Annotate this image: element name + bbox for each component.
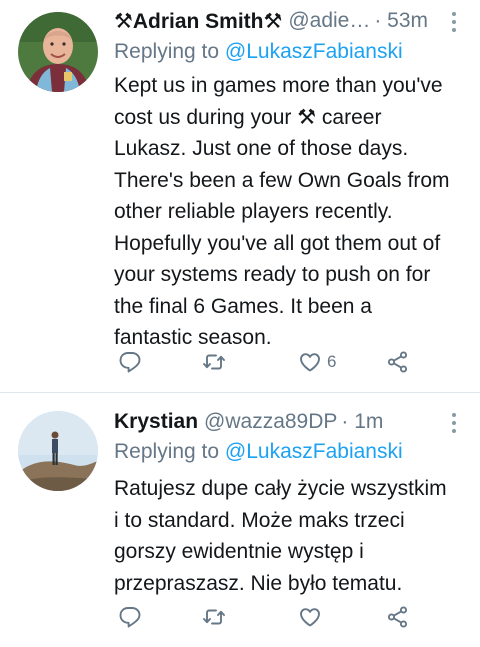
more-vertical-icon[interactable] <box>450 413 458 433</box>
timestamp[interactable]: · 53m <box>374 9 428 33</box>
reply-button[interactable] <box>118 348 142 376</box>
tweet-text-line: przepraszasz. Nie było tematu. <box>114 571 403 595</box>
share-icon <box>387 606 408 628</box>
replying-to: Replying to @LukaszFabianski <box>114 40 403 64</box>
tweet-text-line: Hopefully you've all got them out of <box>114 231 441 255</box>
tweet-text-line: cost us during your ⚒ career <box>114 105 382 129</box>
share-button[interactable] <box>386 603 410 631</box>
like-count: 6 <box>327 352 337 371</box>
tweet-1[interactable]: ⚒Adrian Smith⚒ @adie… · 53m Replying to … <box>0 0 480 392</box>
author-handle[interactable]: @adie… <box>288 9 370 33</box>
reply-icon <box>119 607 141 628</box>
action-bar: 6 <box>114 348 454 376</box>
tweet-text-line: gorszy ewidentnie występ i <box>114 540 364 563</box>
tweet-text-line: There's been a few Own Goals from <box>114 168 450 192</box>
avatar[interactable] <box>18 12 98 92</box>
like-icon <box>300 353 320 372</box>
more-vertical-icon[interactable] <box>450 12 458 32</box>
tweet-text: Kept us in games more than you've cost u… <box>114 70 466 354</box>
tweet-header: ⚒Adrian Smith⚒ @adie… · 53m <box>114 6 480 36</box>
like-icon <box>300 608 320 627</box>
tweet-text-line: your systems ready to push on for <box>114 263 431 286</box>
mention-link[interactable]: @LukaszFabianski <box>225 40 403 63</box>
replying-label: Replying to <box>114 440 220 463</box>
avatar-image <box>18 12 98 92</box>
like-button[interactable]: 6 <box>298 348 336 376</box>
replying-to: Replying to @LukaszFabianski <box>114 440 403 464</box>
action-bar <box>114 603 454 631</box>
author-name[interactable]: Krystian <box>114 410 198 434</box>
tweet-text-line: Ratujesz dupe cały życie wszystkim <box>114 477 447 500</box>
replying-label: Replying to <box>114 40 220 63</box>
tweet-2[interactable]: Krystian @wazza89DP · 1m Replying to @Lu… <box>0 393 480 647</box>
like-button[interactable] <box>298 603 327 631</box>
retweet-button[interactable] <box>202 603 226 631</box>
timestamp[interactable]: · 1m <box>341 410 383 434</box>
retweet-button[interactable] <box>202 348 226 376</box>
share-icon <box>387 351 408 373</box>
retweet-icon <box>203 354 225 370</box>
tweet-text-line: other reliable players recently. <box>114 200 393 223</box>
tweet-text-line: the final 6 Games. It been a <box>114 294 372 318</box>
mention-link[interactable]: @LukaszFabianski <box>225 440 403 463</box>
tweet-text-line: i to standard. Może maks trzeci <box>114 508 405 532</box>
avatar[interactable] <box>18 411 98 491</box>
tweet-text-line: Lukasz. Just one of those days. <box>114 137 409 160</box>
retweet-icon <box>203 609 225 625</box>
tweet-text: Ratujesz dupe cały życie wszystkim i to … <box>114 473 466 599</box>
reply-icon <box>119 352 141 373</box>
avatar-image <box>18 411 98 491</box>
author-handle[interactable]: @wazza89DP <box>204 410 337 434</box>
share-button[interactable] <box>386 348 410 376</box>
author-name[interactable]: ⚒Adrian Smith⚒ <box>114 9 282 34</box>
tweet-text-line: Kept us in games more than you've <box>114 74 443 97</box>
tweet-header: Krystian @wazza89DP · 1m <box>114 407 480 437</box>
reply-button[interactable] <box>118 603 142 631</box>
